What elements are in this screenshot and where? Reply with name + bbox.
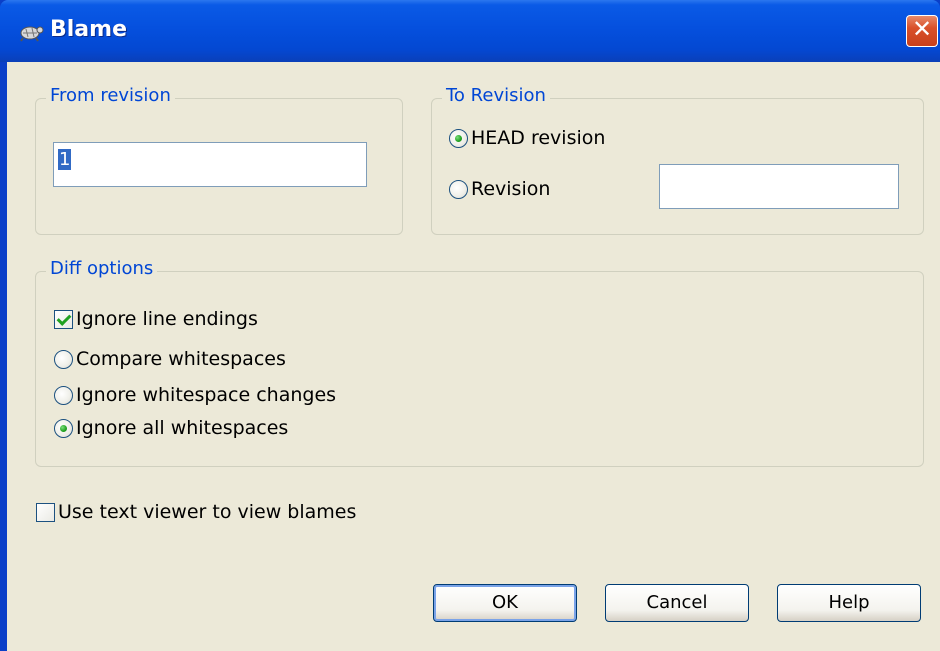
- ignore-all-whitespaces-radio[interactable]: Ignore all whitespaces: [54, 415, 288, 441]
- compare-whitespaces-radio[interactable]: Compare whitespaces: [54, 346, 286, 372]
- ignore-line-endings-label: Ignore line endings: [76, 308, 258, 330]
- head-revision-radio-indicator[interactable]: [449, 128, 468, 148]
- dialog-client-area: From revision 1 To Revision HEAD revisio…: [7, 62, 940, 651]
- compare-whitespaces-label: Compare whitespaces: [76, 348, 286, 370]
- diff-options-group: Diff options Ignore line endings Compare…: [35, 258, 924, 467]
- from-revision-group: From revision 1: [35, 85, 403, 235]
- from-revision-input[interactable]: 1: [53, 142, 367, 187]
- from-revision-value: 1: [58, 149, 72, 170]
- ignore-all-whitespaces-radio-indicator[interactable]: [54, 418, 73, 438]
- ignore-whitespace-changes-label: Ignore whitespace changes: [76, 384, 337, 406]
- revision-radio-indicator[interactable]: [449, 179, 468, 199]
- ignore-all-whitespaces-label: Ignore all whitespaces: [76, 417, 289, 439]
- blame-dialog: Blame ✕ From revision 1 To Revision HEAD…: [0, 0, 940, 651]
- help-button[interactable]: Help: [777, 584, 921, 622]
- close-button[interactable]: ✕: [906, 15, 938, 47]
- ignore-whitespace-changes-radio[interactable]: Ignore whitespace changes: [54, 382, 336, 408]
- from-revision-group-label: From revision: [46, 85, 175, 106]
- window-title: Blame: [50, 17, 127, 42]
- tortoise-icon: [20, 26, 44, 42]
- head-revision-radio[interactable]: HEAD revision: [449, 125, 605, 151]
- title-bar[interactable]: Blame ✕: [0, 0, 940, 62]
- use-text-viewer-checkbox[interactable]: Use text viewer to view blames: [36, 499, 356, 525]
- ignore-whitespace-changes-radio-indicator[interactable]: [54, 385, 73, 405]
- use-text-viewer-label: Use text viewer to view blames: [58, 501, 357, 523]
- diff-options-group-label: Diff options: [46, 258, 158, 279]
- revision-radio[interactable]: Revision: [449, 176, 550, 202]
- head-revision-label: HEAD revision: [471, 127, 606, 149]
- to-revision-group-label: To Revision: [442, 85, 550, 106]
- close-icon: ✕: [911, 16, 933, 43]
- revision-label: Revision: [471, 178, 551, 200]
- to-revision-group: To Revision HEAD revision Revision: [431, 85, 924, 235]
- revision-input[interactable]: [659, 164, 899, 209]
- ok-button[interactable]: OK: [433, 584, 577, 622]
- cancel-button[interactable]: Cancel: [605, 584, 749, 622]
- ignore-line-endings-check-indicator[interactable]: [54, 309, 73, 329]
- ignore-line-endings-checkbox[interactable]: Ignore line endings: [54, 306, 258, 332]
- compare-whitespaces-radio-indicator[interactable]: [54, 349, 73, 369]
- use-text-viewer-check-indicator[interactable]: [36, 502, 55, 522]
